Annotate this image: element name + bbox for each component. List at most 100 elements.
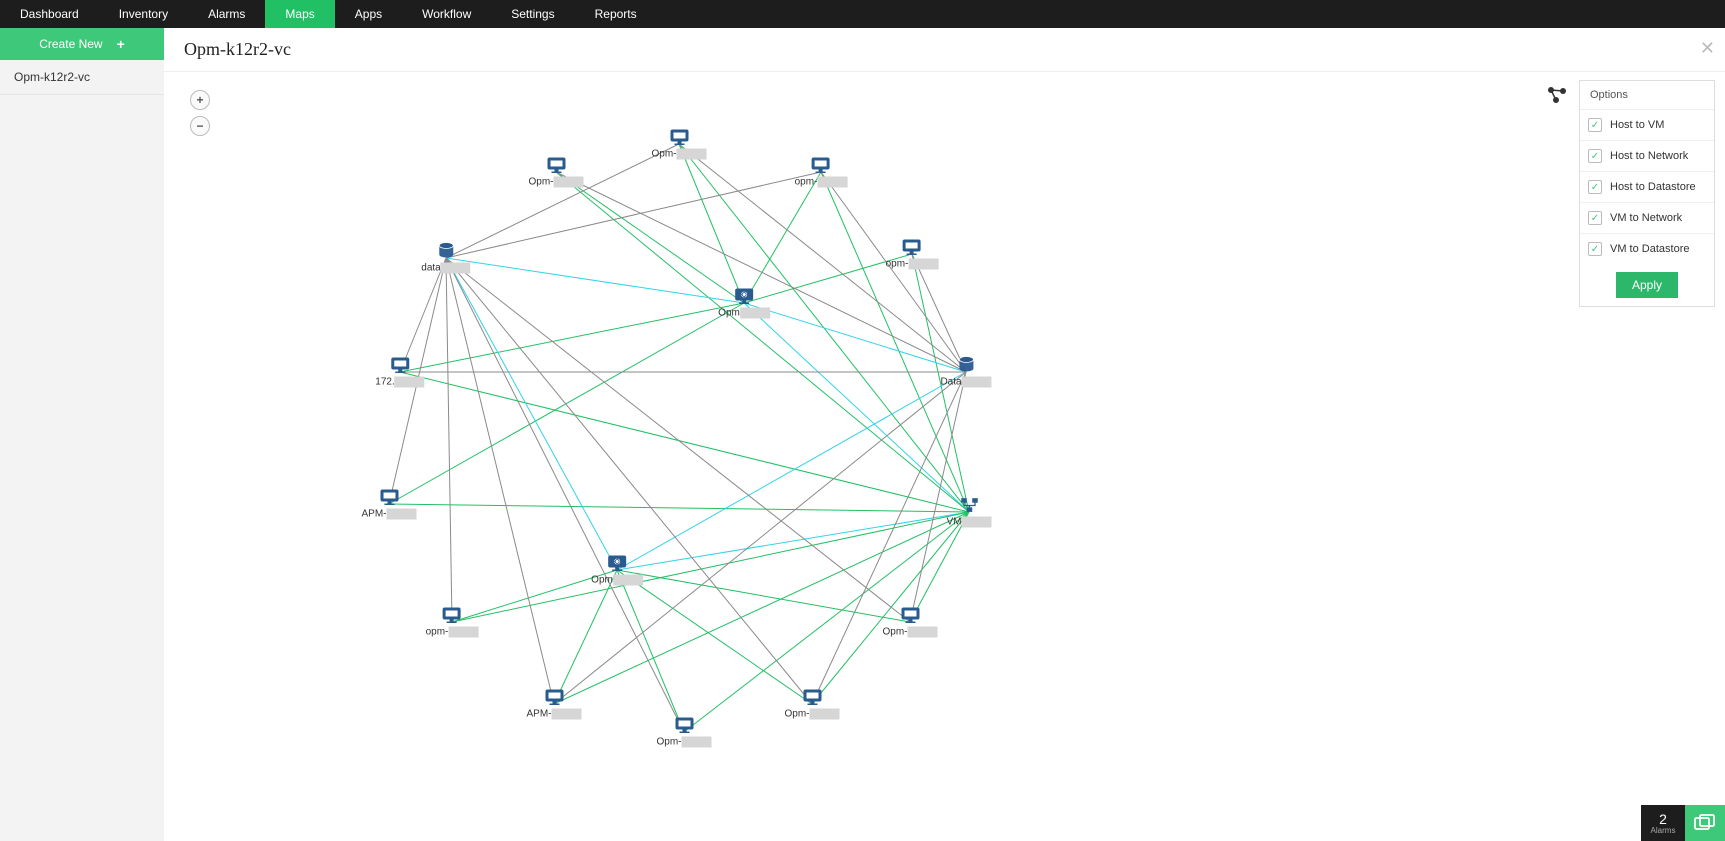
node-host[interactable]: Opm	[591, 555, 643, 586]
checkbox[interactable]: ✓	[1588, 118, 1602, 132]
redaction-mask	[552, 709, 582, 720]
vm-icon	[899, 607, 921, 625]
vm-icon	[810, 157, 832, 175]
redaction-mask	[908, 627, 938, 638]
layout-toggle-icon[interactable]	[1547, 86, 1567, 109]
title-row: Opm-k12r2-vc	[164, 28, 1725, 72]
zoom-in-button[interactable]: +	[190, 90, 210, 110]
edge	[446, 172, 821, 258]
redaction-mask	[817, 177, 847, 188]
option-label: Host to VM	[1610, 119, 1664, 131]
close-icon[interactable]: ✕	[1700, 38, 1715, 59]
option-row: ✓ Host to Network	[1580, 141, 1714, 172]
main-content: Opm-k12r2-vc ✕ + − Options	[164, 28, 1725, 841]
edge	[617, 372, 966, 570]
options-panel: Options ✓ Host to VM ✓ Host to Network ✓ Host…	[1579, 80, 1715, 307]
zoom-out-button[interactable]: −	[190, 116, 210, 136]
edge	[910, 512, 969, 622]
node-datastore[interactable]: Data	[940, 357, 991, 388]
node-label: Opm-	[785, 709, 840, 720]
edge	[556, 172, 744, 303]
node-vm[interactable]: Opm-	[657, 717, 712, 748]
edge	[452, 512, 969, 622]
option-row: ✓ VM to Datastore	[1580, 234, 1714, 264]
option-row: ✓ Host to Datastore	[1580, 172, 1714, 203]
nav-workflow[interactable]: Workflow	[402, 0, 491, 28]
node-label: Opm	[718, 308, 770, 319]
nav-dashboard[interactable]: Dashboard	[0, 0, 99, 28]
apply-button[interactable]: Apply	[1616, 272, 1678, 298]
option-label: Host to Datastore	[1610, 181, 1696, 193]
redaction-mask	[740, 308, 770, 319]
nav-apps[interactable]: Apps	[335, 0, 402, 28]
host-icon	[733, 288, 755, 306]
node-label: VM	[947, 517, 992, 528]
option-label: VM to Datastore	[1610, 243, 1689, 255]
node-host[interactable]: Opm	[718, 288, 770, 319]
node-vm[interactable]: APM-	[362, 489, 417, 520]
redaction-mask	[387, 509, 417, 520]
redaction-mask	[395, 377, 425, 388]
screens-button[interactable]	[1685, 805, 1725, 841]
page-title: Opm-k12r2-vc	[184, 39, 291, 60]
checkbox[interactable]: ✓	[1588, 149, 1602, 163]
edge	[389, 303, 744, 504]
edge	[446, 258, 812, 704]
edge	[446, 258, 617, 570]
node-vm[interactable]: opm-	[795, 157, 848, 188]
node-vm[interactable]: Opm-	[652, 129, 707, 160]
node-vm[interactable]: opm-	[426, 607, 479, 638]
vm-icon	[668, 129, 690, 147]
edge	[446, 258, 452, 622]
node-datastore[interactable]: data	[421, 243, 470, 274]
checkbox[interactable]: ✓	[1588, 242, 1602, 256]
redaction-mask	[613, 575, 643, 586]
vm-icon	[801, 689, 823, 707]
node-label: Data	[940, 377, 991, 388]
node-vm[interactable]: Opm-	[883, 607, 938, 638]
redaction-mask	[682, 737, 712, 748]
edge	[812, 372, 966, 704]
redaction-mask	[908, 259, 938, 270]
plus-icon: +	[117, 36, 125, 52]
edge	[617, 570, 812, 704]
node-network[interactable]: VM	[947, 497, 992, 528]
node-vm[interactable]: Opm-	[785, 689, 840, 720]
redaction-mask	[554, 177, 584, 188]
redaction-mask	[448, 627, 478, 638]
bottom-right-controls: 2 Alarms	[1641, 805, 1725, 841]
option-label: Host to Network	[1610, 150, 1688, 162]
edge	[556, 172, 966, 372]
vm-icon	[673, 717, 695, 735]
edge	[554, 372, 966, 704]
edges-layer	[164, 72, 1725, 841]
node-vm[interactable]: opm-	[886, 239, 939, 270]
vm-icon	[441, 607, 463, 625]
edge	[821, 172, 966, 372]
node-label: Opm-	[883, 627, 938, 638]
node-label: Opm-	[657, 737, 712, 748]
nav-settings[interactable]: Settings	[491, 0, 574, 28]
node-vm[interactable]: 172.	[375, 357, 424, 388]
vm-icon	[545, 157, 567, 175]
nav-maps[interactable]: Maps	[265, 0, 334, 28]
alarm-count-button[interactable]: 2 Alarms	[1641, 805, 1685, 841]
node-label: opm-	[886, 259, 939, 270]
nav-inventory[interactable]: Inventory	[99, 0, 188, 28]
sidebar-map-item[interactable]: Opm-k12r2-vc	[0, 60, 164, 95]
vm-icon	[389, 357, 411, 375]
nav-reports[interactable]: Reports	[575, 0, 657, 28]
checkbox[interactable]: ✓	[1588, 211, 1602, 225]
node-vm[interactable]: APM-	[527, 689, 582, 720]
option-row: ✓VM to Network	[1580, 203, 1714, 234]
nav-alarms[interactable]: Alarms	[188, 0, 265, 28]
edge	[821, 172, 969, 512]
edge	[617, 512, 969, 570]
node-vm[interactable]: Opm-	[529, 157, 584, 188]
vm-icon	[543, 689, 565, 707]
top-nav: DashboardInventoryAlarmsMapsAppsWorkflow…	[0, 0, 1725, 28]
options-header: Options	[1580, 81, 1714, 110]
map-canvas[interactable]: + − Options ✓Host to VM✓Host to Network✓…	[164, 72, 1725, 841]
checkbox[interactable]: ✓	[1588, 180, 1602, 194]
create-new-button[interactable]: Create New +	[0, 28, 164, 60]
